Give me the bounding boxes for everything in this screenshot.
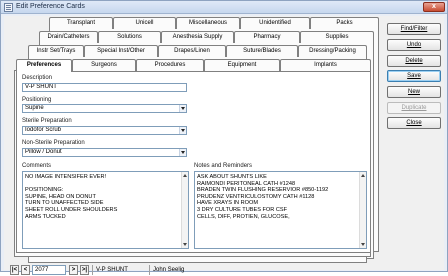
- tab-drapes-linen[interactable]: Drapes/Linen: [158, 45, 226, 57]
- tab-implants[interactable]: Implants: [280, 59, 371, 71]
- comment-line: TURN TO UNAFFECTED SIDE: [25, 200, 104, 207]
- tab-miscellaneous[interactable]: Miscellaneous: [176, 17, 240, 29]
- delete-button[interactable]: Delete: [387, 55, 441, 67]
- tab-instr-set-trays[interactable]: Instr Set/Trays: [28, 45, 84, 57]
- tab-transplant[interactable]: Transplant: [49, 17, 113, 29]
- tab-anesthesia-supply[interactable]: Anesthesia Supply: [161, 31, 234, 43]
- title-bar[interactable]: Edit Preference Cards x: [1, 1, 447, 14]
- scroll-up-icon[interactable]: [183, 174, 187, 177]
- note-line: RAIMONDI PERITONEAL CATH #1248: [197, 180, 296, 187]
- notes-scrollbar[interactable]: [359, 172, 366, 248]
- note-line: HAVE XRAYS IN ROOM: [197, 200, 259, 207]
- nonsterile-prep-select[interactable]: Pillow / Donut: [22, 148, 187, 157]
- comments-label: Comments: [22, 163, 52, 169]
- description-label: Description: [22, 75, 53, 81]
- scroll-up-icon[interactable]: [361, 174, 365, 177]
- chevron-down-icon[interactable]: [179, 149, 186, 156]
- notes-label: Notes and Reminders: [194, 163, 253, 169]
- divider: [92, 265, 93, 275]
- tab-special-inst-other[interactable]: Special Inst/Other: [84, 45, 158, 57]
- window-close-button[interactable]: x: [423, 2, 445, 12]
- note-line: PRUDENZ VENTRICULOSTOMY CATH #1128: [197, 193, 315, 200]
- record-surgeon: John Seelig: [153, 267, 185, 273]
- comment-line: SUPINE, HEAD ON DONUT: [25, 193, 96, 200]
- tab-packs[interactable]: Packs: [310, 17, 379, 29]
- record-description: V-P SHUNT: [96, 267, 128, 273]
- description-field[interactable]: V-P SHUNT: [22, 83, 187, 92]
- positioning-label: Positioning: [22, 97, 52, 103]
- note-line: ASK ABOUT SHUNTS LIKE: [197, 174, 267, 180]
- comment-line: SHEET ROLL UNDER SHOULDERS: [25, 206, 118, 213]
- sterile-prep-value: Iodofor Scrub: [25, 127, 62, 133]
- notes-memo[interactable]: ASK ABOUT SHUNTS LIKE RAIMONDI PERITONEA…: [194, 171, 367, 249]
- divider: [149, 265, 150, 275]
- tab-unidentified[interactable]: Unidentified: [240, 17, 310, 29]
- edit-preference-cards-window: Edit Preference Cards x Transplant Unice…: [0, 0, 448, 275]
- record-number-field[interactable]: 2077: [32, 265, 66, 275]
- comment-line: NO IMAGE INTENSIFER EVER!: [25, 174, 107, 180]
- chevron-down-icon[interactable]: [179, 105, 186, 112]
- find-filter-button[interactable]: Find/Filter: [387, 23, 441, 35]
- client-area: Transplant Unicell Miscellaneous Unident…: [4, 16, 444, 275]
- note-line: BRADEN TWIN FLUSHING RESERVIOR #850-1192: [197, 187, 329, 194]
- tab-unicell[interactable]: Unicell: [113, 17, 176, 29]
- sterile-prep-label: Sterile Preparation: [22, 118, 72, 124]
- duplicate-button[interactable]: Duplicate: [387, 102, 441, 114]
- first-record-button[interactable]: |<: [10, 265, 19, 275]
- comments-memo[interactable]: NO IMAGE INTENSIFER EVER! POSITIONING: S…: [22, 171, 189, 249]
- prev-record-button[interactable]: <: [21, 265, 30, 275]
- scroll-down-icon[interactable]: [183, 243, 187, 246]
- window-title: Edit Preference Cards: [16, 3, 85, 10]
- last-record-button[interactable]: >|: [80, 265, 89, 275]
- preferences-page: Description V-P SHUNT Positioning Supine…: [16, 71, 371, 253]
- positioning-value: Supine: [25, 105, 44, 111]
- chevron-down-icon[interactable]: [179, 127, 186, 134]
- tab-preferences[interactable]: Preferences: [16, 59, 72, 72]
- note-line: 3 DRY CULTURE TUBES FOR CSF: [197, 206, 288, 213]
- save-button[interactable]: Save: [387, 70, 441, 82]
- next-record-button[interactable]: >: [69, 265, 78, 275]
- new-button[interactable]: New: [387, 86, 441, 98]
- scroll-down-icon[interactable]: [361, 243, 365, 246]
- tab-equipment[interactable]: Equipment: [204, 59, 280, 71]
- undo-button[interactable]: Undo: [387, 39, 441, 51]
- tab-dressing-packing[interactable]: Dressing/Packing: [298, 45, 367, 57]
- comments-scrollbar[interactable]: [181, 172, 188, 248]
- app-icon: [4, 3, 13, 12]
- tab-supplies[interactable]: Supplies: [300, 31, 374, 43]
- tab-procedures[interactable]: Procedures: [136, 59, 204, 71]
- close-button[interactable]: Close: [387, 117, 441, 129]
- nonsterile-prep-label: Non-Sterile Preparation: [22, 140, 85, 146]
- tab-pharmacy[interactable]: Pharmacy: [234, 31, 300, 43]
- sterile-prep-select[interactable]: Iodofor Scrub: [22, 126, 187, 135]
- comment-line: [25, 181, 179, 188]
- nonsterile-prep-value: Pillow / Donut: [25, 149, 62, 155]
- note-line: CELLS, DIFF, PROTIEN, GLUCOSE,: [197, 213, 290, 220]
- comment-line: POSITIONING:: [25, 187, 64, 194]
- comment-line: ARMS TUCKED: [25, 213, 66, 220]
- tab-drain-catheters[interactable]: Drain/Catheters: [39, 31, 98, 43]
- tab-suture-blades[interactable]: Suture/Blades: [226, 45, 298, 57]
- positioning-select[interactable]: Supine: [22, 104, 187, 113]
- tab-surgeons[interactable]: Surgeons: [72, 59, 136, 71]
- tab-solutions[interactable]: Solutions: [98, 31, 161, 43]
